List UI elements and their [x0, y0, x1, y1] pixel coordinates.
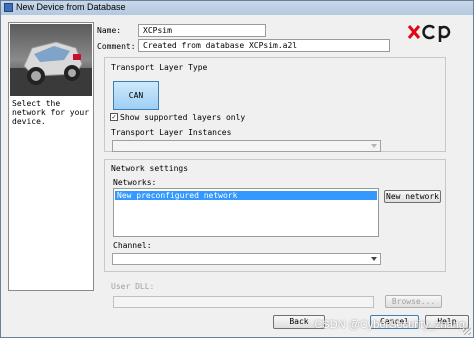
transport-layer-instances-select[interactable]: [112, 140, 381, 152]
comment-field[interactable]: Created from database XCPsim.a2l: [138, 39, 390, 52]
network-settings-label: Network settings: [111, 164, 189, 173]
comment-label: Comment:: [97, 42, 136, 51]
resize-grip-icon[interactable]: [463, 327, 471, 335]
side-panel: Select the network for your device.: [8, 22, 94, 291]
can-button[interactable]: CAN: [113, 81, 159, 110]
list-item[interactable]: New preconfigured network: [115, 191, 377, 200]
side-description: Select the network for your device.: [12, 99, 90, 126]
transport-layer-type-label: Transport Layer Type: [111, 63, 208, 72]
show-supported-checkbox[interactable]: ✓: [110, 113, 118, 121]
user-dll-label: User DLL:: [111, 282, 155, 291]
show-supported-label: Show supported layers only: [120, 113, 246, 122]
name-field[interactable]: XCPsim: [138, 24, 266, 37]
networks-list[interactable]: New preconfigured network: [113, 188, 379, 237]
name-label: Name:: [97, 26, 122, 35]
channel-select[interactable]: [112, 253, 381, 265]
dialog-window: New Device from Database Select the netw…: [0, 0, 474, 338]
channel-label: Channel:: [113, 241, 152, 250]
chevron-down-icon: [371, 257, 377, 261]
user-dll-field[interactable]: [113, 296, 374, 308]
app-icon: [4, 3, 13, 12]
transport-layer-instances-label: Transport Layer Instances: [111, 128, 232, 137]
xcp-logo: [407, 24, 451, 42]
browse-button[interactable]: Browse...: [385, 295, 442, 308]
car-image: [10, 24, 92, 96]
networks-label: Networks:: [113, 178, 157, 187]
title-bar: New Device from Database: [1, 1, 473, 15]
watermark: CSDN @CyberSecurity_zhang: [314, 319, 465, 331]
chevron-down-icon: [371, 144, 377, 148]
window-title: New Device from Database: [16, 2, 126, 12]
new-network-button[interactable]: New network: [384, 190, 441, 203]
